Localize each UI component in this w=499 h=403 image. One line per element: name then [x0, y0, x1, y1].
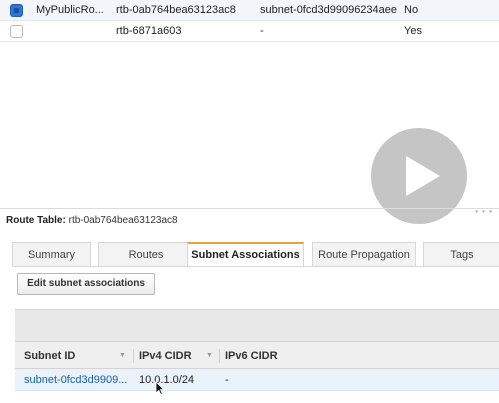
- explicit-association: -: [260, 25, 264, 37]
- tab-routes[interactable]: Routes: [98, 242, 194, 266]
- tab-subnet-associations[interactable]: Subnet Associations: [187, 242, 304, 266]
- table-row[interactable]: MyPublicRo... rtb-0ab764bea63123ac8 subn…: [0, 0, 499, 21]
- associations-toolbar: [15, 309, 499, 341]
- column-header-subnet-id[interactable]: Subnet ID: [24, 342, 75, 370]
- route-table-id: rtb-0ab764bea63123ac8: [116, 4, 236, 16]
- detail-label: Route Table:: [6, 215, 66, 226]
- table-row[interactable]: subnet-0fcd3d9909... 10.0.1.0/24 -: [15, 369, 499, 391]
- ipv6-cidr-value: -: [225, 374, 229, 386]
- tab-route-propagation[interactable]: Route Propagation: [312, 242, 416, 266]
- tab-summary[interactable]: Summary: [12, 242, 91, 266]
- table-row[interactable]: rtb-6871a603 - Yes: [0, 21, 499, 42]
- sort-icon[interactable]: ▼: [119, 342, 126, 370]
- column-header-ipv4-cidr[interactable]: IPv4 CIDR: [139, 342, 192, 370]
- sort-icon[interactable]: ▼: [206, 342, 213, 370]
- tab-tags[interactable]: Tags: [423, 242, 499, 266]
- ipv4-cidr-value: 10.0.1.0/24: [139, 374, 195, 386]
- column-header-ipv6-cidr[interactable]: IPv6 CIDR: [225, 342, 278, 370]
- row-select-checkbox[interactable]: [8, 21, 26, 42]
- main-flag: Yes: [404, 25, 422, 37]
- main-flag: No: [404, 4, 419, 16]
- row-select-checkbox[interactable]: [8, 0, 26, 21]
- route-table-id: rtb-6871a603: [116, 25, 182, 37]
- edit-subnet-associations-button[interactable]: Edit subnet associations: [17, 273, 155, 295]
- tab-underline: [12, 266, 499, 267]
- detail-title: Route Table: rtb-0ab764bea63123ac8: [6, 215, 178, 226]
- resize-handle-icon[interactable]: • • •: [475, 207, 493, 216]
- checkbox-unchecked-icon[interactable]: [10, 25, 23, 38]
- route-table-name: MyPublicRo...: [36, 4, 104, 16]
- subnet-id-link[interactable]: subnet-0fcd3d9909...: [24, 369, 134, 391]
- mouse-cursor-icon: [155, 381, 165, 395]
- panel-divider: [0, 208, 499, 209]
- detail-route-table-id: rtb-0ab764bea63123ac8: [68, 215, 178, 226]
- route-table-name: [36, 21, 108, 42]
- explicit-association: subnet-0fcd3d99096234aee: [260, 4, 398, 16]
- column-separator[interactable]: [219, 349, 220, 363]
- video-play-button[interactable]: [371, 128, 467, 224]
- associations-header: Subnet ID ▼ IPv4 CIDR ▼ IPv6 CIDR: [15, 341, 499, 369]
- play-icon: [406, 156, 440, 196]
- column-separator[interactable]: [133, 349, 134, 363]
- checkbox-checked-icon[interactable]: [10, 4, 23, 17]
- detail-tabs: Summary Routes Subnet Associations Route…: [12, 242, 499, 266]
- route-tables-list: MyPublicRo... rtb-0ab764bea63123ac8 subn…: [0, 0, 499, 42]
